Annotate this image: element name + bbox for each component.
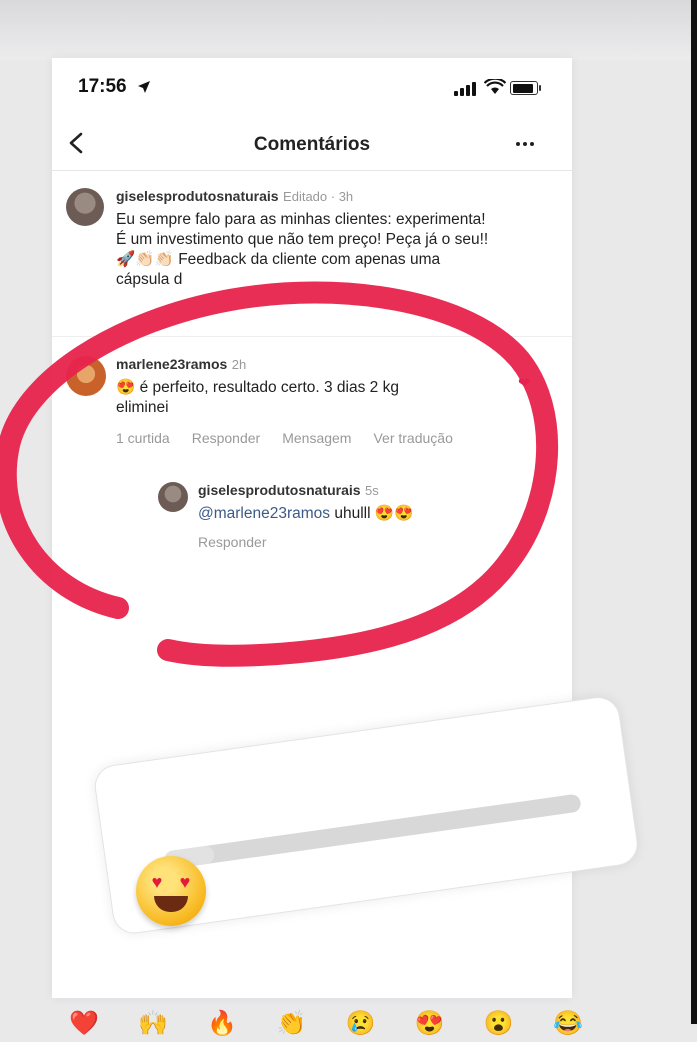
more-options-icon[interactable] (516, 142, 534, 146)
reaction-raised-hands-icon[interactable]: 🙌 (135, 1006, 171, 1042)
reply-button[interactable]: Responder (192, 430, 261, 446)
avatar[interactable] (66, 188, 104, 226)
emoji-mouth (154, 896, 188, 912)
page-title: Comentários (253, 134, 371, 155)
reaction-heart-icon[interactable]: ❤️ (66, 1006, 102, 1042)
status-bar: 17:56 (52, 58, 572, 116)
translate-button[interactable]: Ver tradução (373, 430, 452, 446)
caption-line: Eu sempre falo para as minhas clientes: … (116, 211, 486, 228)
location-arrow-icon (138, 81, 150, 93)
wifi-icon (484, 79, 506, 94)
heart-eye-right: ♥ (179, 872, 191, 892)
caption-username[interactable]: giselesprodutosnaturais (116, 188, 279, 204)
heart-eyes-emoji-icon[interactable]: ♥ ♥ (136, 856, 206, 926)
avatar[interactable] (158, 482, 188, 512)
reaction-laugh-icon[interactable]: 😂 (550, 1006, 586, 1042)
caption-text: Eu sempre falo para as minhas clientes: … (116, 210, 546, 290)
mention-link[interactable]: @marlene23ramos (198, 505, 330, 522)
reply-header: giselesprodutosnaturais 5s (198, 482, 379, 500)
status-time: 17:56 (78, 76, 127, 97)
reaction-heart-eyes-icon[interactable]: 😍 (412, 1006, 448, 1042)
caption-header: giselesprodutosnaturais Editado · 3h (116, 188, 353, 206)
caption-line: cápsula d (116, 271, 183, 288)
comment-text: 😍 é perfeito, resultado certo. 3 dias 2 … (116, 378, 516, 418)
post-caption: giselesprodutosnaturais Editado · 3h Eu … (52, 176, 572, 337)
header: Comentários (52, 120, 572, 171)
reply-time: 5s (365, 483, 379, 498)
slider-track[interactable] (163, 793, 582, 870)
top-strip (0, 0, 697, 60)
caption-line: 🚀👏🏻👏🏻 Feedback da cliente com apenas uma (116, 251, 441, 268)
signal-icon (454, 82, 476, 96)
caption-line: É um investimento que não tem preço! Peç… (116, 231, 489, 248)
reaction-cry-icon[interactable]: 😢 (343, 1006, 379, 1042)
reply-username[interactable]: giselesprodutosnaturais (198, 482, 361, 498)
heart-eye-left: ♥ (151, 872, 163, 892)
comment-header: marlene23ramos 2h (116, 356, 246, 374)
reply-message: uhulll 😍😍 (330, 505, 414, 522)
comment-line: eliminei (116, 399, 169, 416)
comment-username[interactable]: marlene23ramos (116, 356, 227, 372)
reaction-wow-icon[interactable]: 😮 (481, 1006, 517, 1042)
comment-line: 😍 é perfeito, resultado certo. 3 dias 2 … (116, 379, 399, 396)
reaction-bar: ❤️ 🙌 🔥 👏 😢 😍 😮 😂 (66, 1006, 586, 1037)
avatar[interactable] (66, 356, 106, 396)
heart-icon[interactable]: ❤ (518, 374, 531, 392)
comment-actions: 1 curtida Responder Mensagem Ver traduçã… (116, 430, 453, 446)
reaction-clap-icon[interactable]: 👏 (273, 1006, 309, 1042)
comment-time: 2h (231, 357, 247, 372)
message-button[interactable]: Mensagem (282, 430, 351, 446)
reply-button[interactable]: Responder (198, 534, 267, 550)
reply-actions: Responder (198, 534, 267, 550)
likes-count[interactable]: 1 curtida (116, 430, 170, 446)
device-edge (691, 0, 697, 1024)
reaction-fire-icon[interactable]: 🔥 (204, 1006, 240, 1042)
caption-meta: Editado · 3h (283, 189, 354, 204)
reply-text: @marlene23ramos uhulll 😍😍 (198, 504, 548, 524)
battery-icon (510, 81, 541, 95)
